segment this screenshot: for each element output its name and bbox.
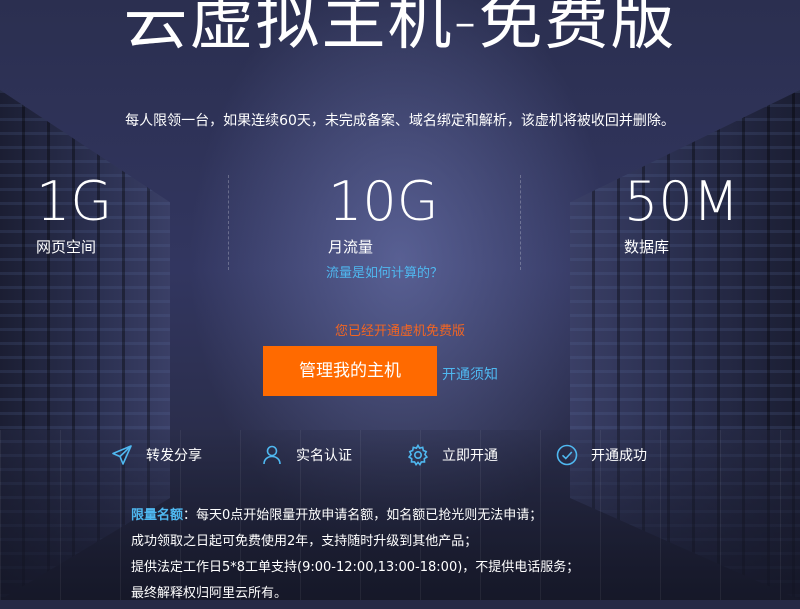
banner-content: 云虚拟主机-免费版 每人限领一台，如果连续60天，未完成备案、域名绑定和解析，该… [0, 0, 800, 601]
page-title: 云虚拟主机-免费版 [123, 0, 677, 59]
step-label: 实名认证 [296, 448, 352, 464]
stat-database: 50M 数据库 [624, 170, 739, 257]
stat-label: 网页空间 [36, 238, 97, 256]
step-activate: 立即开通 [406, 441, 498, 469]
stat-value: 10G [328, 170, 439, 233]
stat-label: 数据库 [624, 238, 670, 256]
send-icon [110, 443, 134, 467]
rule-line: 提供法定工作日5*8工单支持(9:00-12:00,13:00-18:00)，不… [131, 560, 580, 575]
gear-icon [406, 443, 430, 467]
step-label: 立即开通 [442, 448, 498, 464]
stat-web-space: 1G 网页空间 [36, 170, 112, 257]
activation-notice-link[interactable]: 开通须知 [442, 364, 498, 384]
manage-host-button[interactable]: 管理我的主机 [263, 346, 437, 396]
status-text: 您已经开通虚机免费版 [334, 324, 465, 339]
step-success: 开通成功 [555, 441, 647, 469]
rule-line: 限量名额：每天0点开始限量开放申请名额，如名额已抢光则无法申请； [131, 505, 579, 531]
rule-text: ：每天0点开始限量开放申请名额，如名额已抢光则无法申请； [183, 508, 543, 523]
usage-notice: 每人限领一台，如果连续60天，未完成备案、域名绑定和解析，该虚机将被收回并删除。 [125, 113, 675, 129]
step-share: 转发分享 [110, 441, 202, 469]
stat-value: 1G [36, 170, 113, 233]
stat-label: 月流量 [328, 238, 374, 256]
traffic-calculation-link[interactable]: 流量是如何计算的？ [326, 262, 443, 281]
step-label: 转发分享 [146, 448, 202, 464]
divider [520, 175, 521, 270]
step-verify: 实名认证 [260, 441, 352, 469]
divider [228, 175, 229, 270]
rule-line: 最终解释权归阿里云所有。 [131, 586, 288, 601]
step-label: 开通成功 [591, 448, 647, 464]
stat-monthly-traffic: 10G 月流量 [328, 170, 439, 257]
rules-list: 限量名额：每天0点开始限量开放申请名额，如名额已抢光则无法申请； 成功领取之日起… [131, 505, 579, 609]
user-icon [260, 443, 284, 467]
rule-highlight: 限量名额 [131, 508, 184, 523]
rule-line: 成功领取之日起可免费使用2年，支持随时升级到其他产品； [131, 534, 478, 549]
check-circle-icon [555, 443, 579, 467]
stat-value: 50M [624, 170, 740, 233]
